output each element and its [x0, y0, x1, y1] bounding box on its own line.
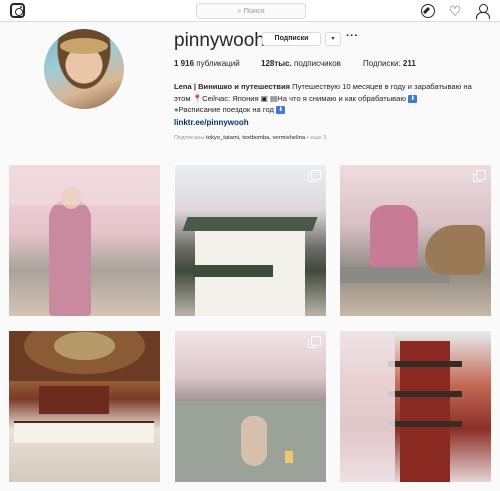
following-count-label: Подписки: [363, 59, 401, 68]
compass-icon[interactable] [421, 4, 435, 18]
followed-by-note[interactable]: Подписаны tokyo_tatami, textbomba, vermi… [174, 135, 326, 141]
posts-count-label: публикаций [196, 59, 240, 68]
woman-figure [241, 416, 267, 466]
search-placeholder: Поиск [243, 6, 265, 15]
down-arrow-icon: ⬇ [408, 94, 418, 103]
followers-count-value: 128тыс. [261, 59, 292, 68]
instagram-logo-icon[interactable] [10, 3, 25, 18]
temple-ceiling [9, 331, 160, 381]
deer [425, 225, 485, 275]
pin-icon: 📍 [192, 93, 203, 103]
post-woman-pink-coat-cherry[interactable] [9, 165, 160, 316]
profile-icon[interactable] [475, 4, 490, 19]
chevron-down-icon[interactable]: ▾ [325, 32, 341, 46]
multi-photo-icon [473, 170, 486, 182]
more-options-icon[interactable]: ··· [346, 30, 359, 42]
bio-line2-rest: На что я снимаю и как обрабатываю [277, 93, 407, 103]
pagoda-roof-tier [388, 361, 462, 367]
post-woman-river-lanterns[interactable] [175, 331, 326, 482]
post-castle-sakura[interactable] [175, 165, 326, 316]
bio-line3: Расписание поездок на год [178, 105, 274, 115]
followers-count[interactable]: 128тыс. подписчиков [261, 59, 341, 68]
profile-username: pinnywooh [174, 30, 265, 51]
multi-photo-icon [308, 336, 321, 348]
profile-link[interactable]: linktr.ee/pinnywooh [174, 118, 249, 127]
woman-figure [49, 200, 91, 316]
post-pagoda-sakura[interactable] [340, 331, 491, 482]
following-button[interactable]: Подписки [262, 32, 321, 46]
top-nav-bar: ⌕ Поиск ♡ [0, 0, 500, 22]
blossom-canopy [9, 165, 160, 205]
followed-by-prefix: Подписаны [174, 135, 205, 141]
pagoda-roof-tier [388, 391, 462, 397]
bio-location: Сейчас: Япония [202, 93, 259, 103]
following-count[interactable]: Подписки: 211 [363, 59, 416, 68]
avatar[interactable] [44, 29, 124, 109]
lantern [285, 451, 293, 463]
post-temple-ceiling-shrine[interactable] [9, 331, 160, 482]
woman-figure [370, 205, 418, 275]
profile-bio: Lena | Винишко и путешествия Путешествую… [174, 81, 494, 116]
down-arrow-icon-2: ⬇ [276, 106, 286, 115]
posts-count-value: 1 916 [174, 59, 195, 68]
search-icon: ⌕ [237, 8, 242, 15]
bio-line1: Путешествую 10 месяцев в году и зарабаты… [292, 82, 472, 91]
followed-by-names: tokyo_tatami, textbomba, vermishelina [206, 135, 306, 141]
posts-grid [9, 165, 493, 491]
followers-count-label: подписчиков [294, 59, 341, 68]
heart-icon[interactable]: ♡ [448, 4, 462, 18]
castle-roof-lower [193, 265, 273, 277]
bio-line2-start: этом [174, 93, 191, 103]
search-input[interactable]: ⌕ Поиск [196, 3, 306, 19]
multi-photo-icon [308, 170, 321, 182]
shrine-sign [39, 386, 109, 414]
pagoda-roof-tier [388, 421, 462, 427]
followed-by-more: • еще 3 [306, 135, 327, 141]
following-count-value: 211 [402, 59, 416, 68]
avatar-hat-shape [60, 38, 108, 54]
flag-icon: ▣ [260, 93, 268, 103]
blossom-branches [340, 331, 395, 482]
castle-roof [182, 217, 318, 231]
posts-count: 1 916 публикаций [174, 59, 240, 68]
post-woman-feeding-deer[interactable] [340, 165, 491, 316]
bio-name: Lena | Винишко и путешествия [174, 82, 291, 91]
shrine-banner [14, 421, 154, 443]
